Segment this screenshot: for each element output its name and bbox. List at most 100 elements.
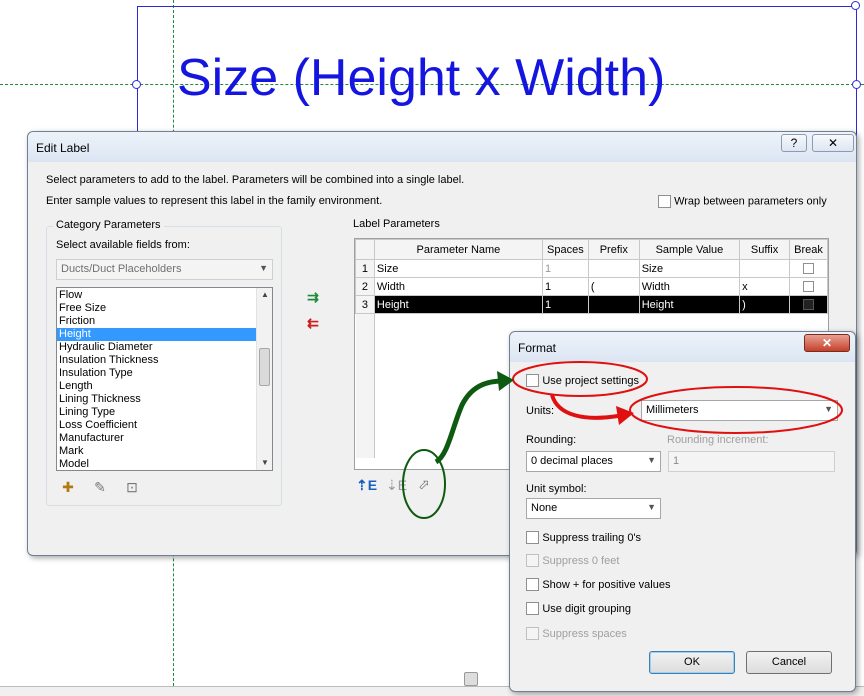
unit-symbol-dropdown[interactable]: None ▼ xyxy=(526,498,661,519)
list-item[interactable]: Length xyxy=(57,380,272,393)
table-row[interactable]: 2 Width 1(Width x xyxy=(355,277,828,296)
unit-symbol-label: Unit symbol: xyxy=(526,483,587,495)
list-item[interactable]: Insulation Type xyxy=(57,367,272,380)
table-cell-prefix[interactable]: ( xyxy=(587,277,640,296)
new-parameter-icon[interactable]: ✚ xyxy=(58,477,78,497)
remove-parameter-arrow-icon[interactable]: ⇇ xyxy=(303,313,323,333)
scroll-down-icon[interactable]: ▼ xyxy=(257,456,272,470)
table-cell-spaces[interactable]: 1 xyxy=(541,295,589,314)
table-cell-prefix[interactable] xyxy=(587,259,640,278)
empty-row xyxy=(355,313,828,332)
label-grip-corner[interactable] xyxy=(851,1,860,10)
table-cell-name[interactable]: Size xyxy=(373,259,543,278)
chevron-down-icon: ▼ xyxy=(647,502,656,512)
wrap-option[interactable]: Wrap between parameters only xyxy=(658,195,827,208)
show-plus-option[interactable]: Show + for positive values xyxy=(526,577,671,592)
delete-parameter-icon[interactable]: ⊡ xyxy=(122,477,142,497)
table-row[interactable]: 3 Height 1 Height) xyxy=(355,295,828,314)
table-cell-sample[interactable]: Height xyxy=(638,295,741,314)
suppress-feet-checkbox xyxy=(526,554,539,568)
rounding-dropdown[interactable]: 0 decimal places ▼ xyxy=(526,451,661,472)
table-cell-break[interactable] xyxy=(789,277,828,296)
canvas-scroll-thumb[interactable] xyxy=(464,672,478,686)
select-fields-label: Select available fields from: xyxy=(56,239,190,251)
column-header xyxy=(355,239,375,260)
table-cell-prefix[interactable] xyxy=(587,295,640,314)
table-cell-suffix[interactable]: ) xyxy=(739,295,790,314)
table-cell-spaces[interactable]: 1 xyxy=(541,277,589,296)
units-dropdown[interactable]: Millimeters ▼ xyxy=(641,400,838,421)
suppress-trailing-label: Suppress trailing 0's xyxy=(542,532,642,544)
chevron-down-icon: ▼ xyxy=(259,263,268,273)
list-item[interactable]: Height xyxy=(57,328,272,341)
cancel-button[interactable]: Cancel xyxy=(746,651,832,674)
list-item[interactable]: Lining Thickness xyxy=(57,393,272,406)
list-item[interactable]: Loss Coefficient xyxy=(57,419,272,432)
suppress-spaces-checkbox xyxy=(526,627,539,641)
suppress-spaces-option: Suppress spaces xyxy=(526,626,627,641)
show-plus-label: Show + for positive values xyxy=(542,579,671,591)
table-cell-suffix[interactable] xyxy=(739,259,790,278)
table-cell-sample[interactable]: Width xyxy=(638,277,741,296)
rounding-increment-input[interactable]: 1 xyxy=(668,451,835,472)
move-up-icon[interactable]: ⇡E xyxy=(356,475,377,495)
format-close-button[interactable]: ✕ xyxy=(804,334,850,352)
digit-grouping-option[interactable]: Use digit grouping xyxy=(526,601,631,616)
list-item[interactable]: Mark xyxy=(57,445,272,458)
family-label-text[interactable]: Size (Height x Width) xyxy=(177,52,665,104)
table-cell-name[interactable]: Height xyxy=(373,295,543,314)
fields-scrollbar[interactable]: ▲ ▼ xyxy=(256,288,272,470)
table-cell-spaces[interactable]: 1 xyxy=(541,259,589,278)
help-button[interactable]: ? xyxy=(781,134,807,152)
list-item[interactable]: Free Size xyxy=(57,302,272,315)
label-grip-left[interactable] xyxy=(132,80,141,89)
move-down-icon[interactable]: ⇣E xyxy=(386,475,407,495)
table-cell-suffix[interactable]: x xyxy=(739,277,790,296)
use-project-settings-option[interactable]: Use project settings xyxy=(526,373,639,388)
edit-label-titlebar[interactable]: Edit Label ? ✕ xyxy=(28,132,856,162)
show-plus-checkbox[interactable] xyxy=(526,578,539,592)
unit-symbol-value: None xyxy=(531,502,558,514)
table-cell-sample[interactable]: Size xyxy=(638,259,741,278)
instruction-line-2: Enter sample values to represent this la… xyxy=(46,195,383,207)
column-header: Parameter Name xyxy=(373,239,543,260)
fields-from-dropdown[interactable]: Ducts/Duct Placeholders ▼ xyxy=(56,259,273,280)
list-item[interactable]: Friction xyxy=(57,315,272,328)
digit-grouping-checkbox[interactable] xyxy=(526,602,539,616)
fields-from-value: Ducts/Duct Placeholders xyxy=(61,263,182,275)
break-checkbox[interactable] xyxy=(803,263,814,275)
table-cell-num[interactable]: 2 xyxy=(355,277,375,296)
table-cell-break[interactable] xyxy=(789,259,828,278)
edit-format-icon[interactable]: ⬀ xyxy=(414,474,434,494)
table-row[interactable]: 1 Size 1 Size xyxy=(355,259,828,278)
units-value: Millimeters xyxy=(646,404,699,416)
scroll-up-icon[interactable]: ▲ xyxy=(257,288,272,302)
scroll-thumb[interactable] xyxy=(259,348,270,386)
edit-label-close-button[interactable]: ✕ xyxy=(812,134,854,152)
add-parameter-arrow-icon[interactable]: ⇉ xyxy=(303,287,323,307)
format-titlebar[interactable]: Format ✕ xyxy=(510,332,855,362)
break-checkbox[interactable] xyxy=(803,281,814,293)
fields-listbox[interactable]: Flow Free Size Friction Height Hydraulic Dia… xyxy=(56,287,273,471)
table-cell-num[interactable]: 3 xyxy=(355,295,375,314)
column-header: Prefix xyxy=(587,239,640,260)
list-item[interactable]: Flow xyxy=(57,289,272,302)
list-item[interactable]: Hydraulic Diameter xyxy=(57,341,272,354)
suppress-trailing-option[interactable]: Suppress trailing 0's xyxy=(526,530,642,545)
wrap-checkbox[interactable] xyxy=(658,195,671,208)
table-cell-break[interactable] xyxy=(789,295,828,314)
suppress-trailing-checkbox[interactable] xyxy=(526,531,539,545)
label-grip-right[interactable] xyxy=(852,80,861,89)
edit-parameter-icon[interactable]: ✎ xyxy=(90,477,110,497)
chevron-down-icon: ▼ xyxy=(647,455,656,465)
table-cell-name[interactable]: Width xyxy=(373,277,543,296)
ok-button[interactable]: OK xyxy=(649,651,735,674)
break-checkbox[interactable] xyxy=(803,299,814,311)
list-item[interactable]: Lining Type xyxy=(57,406,272,419)
table-cell-num[interactable]: 1 xyxy=(355,259,375,278)
use-project-settings-checkbox[interactable] xyxy=(526,374,539,388)
list-item[interactable]: Manufacturer xyxy=(57,432,272,445)
list-item[interactable]: Insulation Thickness xyxy=(57,354,272,367)
list-item[interactable]: Model xyxy=(57,458,272,470)
category-parameters-group: Category Parameters Select available fie… xyxy=(46,219,282,506)
